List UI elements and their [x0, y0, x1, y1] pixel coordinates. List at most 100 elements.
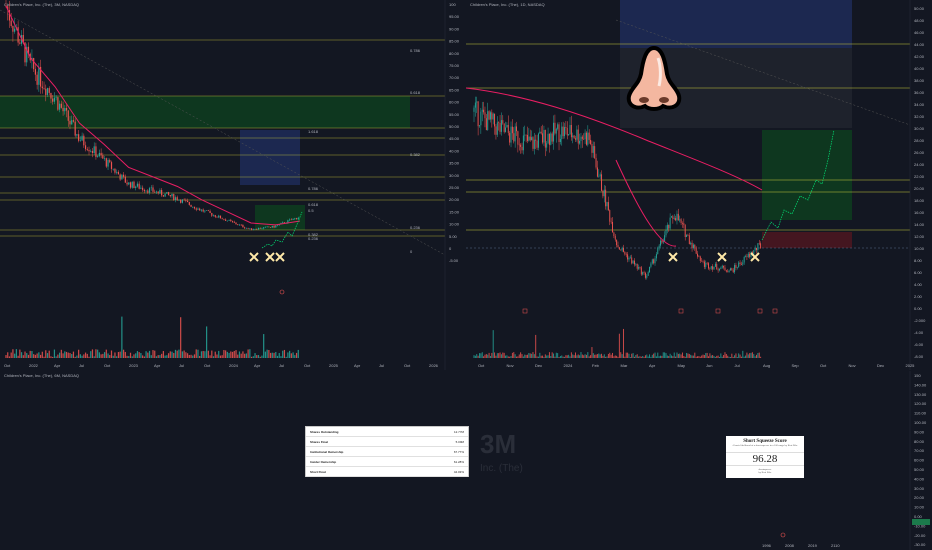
chart-pane-top-right[interactable]: Children's Place, Inc. (The), 1D, NASDAQ…	[466, 0, 932, 370]
volume-bar	[690, 354, 692, 358]
volume-bar	[757, 352, 759, 358]
x-axis-tick: 2019	[808, 543, 818, 548]
volume-bar	[732, 356, 734, 358]
volume-bar	[535, 334, 537, 358]
y-axis-tick: 75.00	[449, 63, 460, 68]
chart-top-right-svg[interactable]: 50.00 48.00 46.00 44.00 42.00 40.00 38.00 36.00…	[466, 0, 932, 370]
candle-body	[581, 136, 583, 139]
x-axis-tick: 2025	[906, 363, 916, 368]
volume-bar	[219, 355, 222, 358]
short-squeeze-score-panel: Short Squeeze Score A basic likelihood o…	[726, 436, 804, 478]
volume-bar	[739, 354, 741, 358]
volume-bar	[138, 352, 140, 358]
y-axis-tick: 20.00	[914, 495, 925, 500]
volume-bar	[297, 349, 299, 358]
y-axis-tick: 12.00	[914, 234, 925, 239]
volume-bar	[22, 355, 24, 358]
volume-bar	[721, 356, 723, 358]
volume-bar	[540, 355, 542, 358]
candle-body	[562, 126, 564, 137]
candle-body	[513, 133, 515, 142]
x-marker-icon	[249, 252, 259, 262]
candle-body	[555, 128, 557, 134]
x-axis-tick: Apr	[354, 363, 361, 368]
volume-bar	[192, 355, 194, 358]
table-key: Insider Ownership	[310, 459, 337, 464]
candle-body	[558, 124, 560, 143]
volume-bar	[550, 355, 552, 358]
volume-bar	[476, 354, 478, 358]
volume-bar	[95, 349, 97, 358]
volume-bar	[271, 352, 273, 358]
candle-body	[500, 120, 502, 132]
volume-bar	[114, 352, 116, 358]
candle-body	[166, 192, 168, 194]
volume-bar	[43, 356, 45, 358]
volume-bar	[758, 352, 760, 358]
volume-bar	[209, 355, 211, 358]
candle-body	[109, 159, 111, 163]
volume-bar	[140, 353, 142, 358]
candle-body	[535, 139, 537, 141]
chart-pane-top-left[interactable]: Children's Place, Inc. (The), 3M, NASDAQ…	[0, 0, 465, 370]
volume-bar	[635, 355, 637, 358]
y-axis-tick: 44.00	[914, 42, 925, 47]
volume-bar	[559, 356, 561, 358]
volume-bar	[575, 352, 576, 358]
volume-bar	[223, 350, 225, 358]
y-axis-tick: 34.00	[914, 102, 925, 107]
candle-body	[647, 272, 649, 276]
volume-bar	[731, 353, 733, 358]
candle-body	[596, 167, 598, 177]
candle-body	[712, 266, 714, 270]
candle-body	[713, 266, 715, 270]
event-icon	[715, 308, 721, 314]
candle-body	[680, 219, 682, 224]
candle-body	[739, 262, 741, 264]
volume-bar	[646, 354, 648, 358]
volume-bar	[131, 356, 133, 358]
y-axis-tick: 95.00	[449, 14, 460, 19]
candle-body	[195, 208, 197, 210]
table-key: Shares Outstanding	[310, 429, 339, 434]
candle-body	[235, 222, 237, 225]
volume-bar	[240, 353, 242, 358]
volume-bar	[159, 355, 161, 358]
volume-bar	[714, 356, 716, 358]
volume-bar	[7, 352, 9, 358]
volume-bar	[639, 356, 641, 358]
candle-body	[559, 139, 561, 143]
fib-label: 0.382	[410, 152, 421, 157]
x-axis-tick: Oct	[204, 363, 211, 368]
candle-body	[510, 126, 512, 143]
candle-body	[289, 219, 291, 221]
candle-body	[616, 239, 618, 246]
candle-body	[683, 223, 685, 226]
y-axis-tick: 36.00	[914, 90, 925, 95]
candle-body	[218, 215, 220, 218]
candle-body	[143, 189, 145, 192]
volume-bar	[692, 355, 694, 358]
candle-body	[632, 260, 634, 264]
y-axis-tick: 28.00	[914, 138, 925, 143]
volume-bar	[202, 350, 204, 358]
candle-body	[635, 263, 637, 265]
candle-body	[38, 66, 40, 85]
candle-body	[114, 168, 116, 173]
candle-body	[256, 229, 258, 230]
candle-body	[71, 120, 73, 125]
x-axis-tick: 2025	[329, 363, 339, 368]
volume-bar	[632, 353, 634, 358]
volume-bar	[162, 351, 164, 358]
volume-bar	[289, 350, 291, 358]
candle-body	[651, 259, 653, 264]
volume-bar	[79, 354, 81, 358]
y-axis-tick: -30.00	[914, 542, 926, 547]
y-axis-tick: 15.00	[449, 209, 460, 214]
chart-top-left-svg[interactable]: 0.7860.6180.3820.23601.6180.7860.6180.50…	[0, 0, 465, 370]
y-axis-tick: 30.00	[914, 486, 925, 491]
fib-label: 1.618	[308, 129, 319, 134]
candle-body	[594, 146, 596, 159]
candle-body	[223, 219, 225, 220]
candle-body	[74, 121, 76, 136]
